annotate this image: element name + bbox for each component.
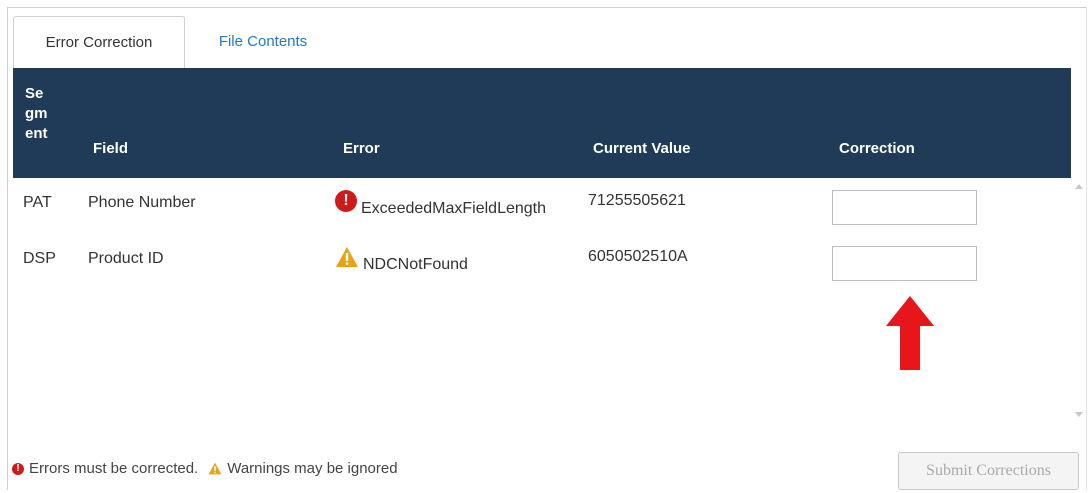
- row-field: Product ID: [88, 250, 164, 267]
- exclamation-circle-icon: !: [12, 462, 24, 475]
- legend-errors-text: Errors must be corrected.: [29, 460, 199, 477]
- tab-error-correction[interactable]: Error Correction: [13, 16, 185, 68]
- row-current-value: 71255505621: [588, 192, 686, 209]
- correction-input-phone-number[interactable]: [832, 190, 977, 225]
- row-segment: PAT: [23, 194, 52, 211]
- correction-input-product-id[interactable]: [832, 246, 977, 281]
- submit-corrections-button[interactable]: Submit Corrections: [898, 452, 1079, 490]
- header-current-value: Current Value: [593, 140, 691, 157]
- row-segment: DSP: [23, 250, 56, 267]
- header-field: Field: [93, 140, 129, 157]
- table-row: PAT Phone Number ! ExceededMaxFieldLengt…: [13, 178, 1071, 234]
- exclamation-circle-icon: !: [335, 190, 357, 212]
- header-segment: Se gm ent: [25, 85, 48, 142]
- header-error: Error: [343, 140, 380, 157]
- table-row: DSP Product ID NDCNotFound 6050502510A: [13, 234, 1071, 290]
- warning-triangle-icon: [336, 247, 358, 267]
- row-error: ! ExceededMaxFieldLength: [335, 190, 546, 217]
- row-error-text: ExceededMaxFieldLength: [361, 200, 547, 217]
- legend-warnings-text: Warnings may be ignored: [227, 460, 398, 477]
- warning-triangle-icon: [208, 462, 222, 475]
- table-header: Se gm ent Field Error Current Value Correc…: [13, 68, 1071, 178]
- row-current-value: 6050502510A: [588, 248, 688, 265]
- tab-file-contents[interactable]: File Contents: [193, 16, 333, 68]
- scroll-up-icon[interactable]: [1075, 184, 1083, 189]
- table-scrollbar[interactable]: [1072, 178, 1086, 428]
- row-error-text: NDCNotFound: [363, 256, 468, 273]
- red-arrow-up-icon: [886, 296, 934, 370]
- row-field: Phone Number: [88, 194, 196, 211]
- legend: ! Errors must be corrected. Warnings may…: [12, 460, 398, 477]
- scroll-down-icon[interactable]: [1075, 412, 1083, 417]
- row-error: NDCNotFound: [335, 246, 468, 273]
- header-correction: Correction: [839, 140, 915, 157]
